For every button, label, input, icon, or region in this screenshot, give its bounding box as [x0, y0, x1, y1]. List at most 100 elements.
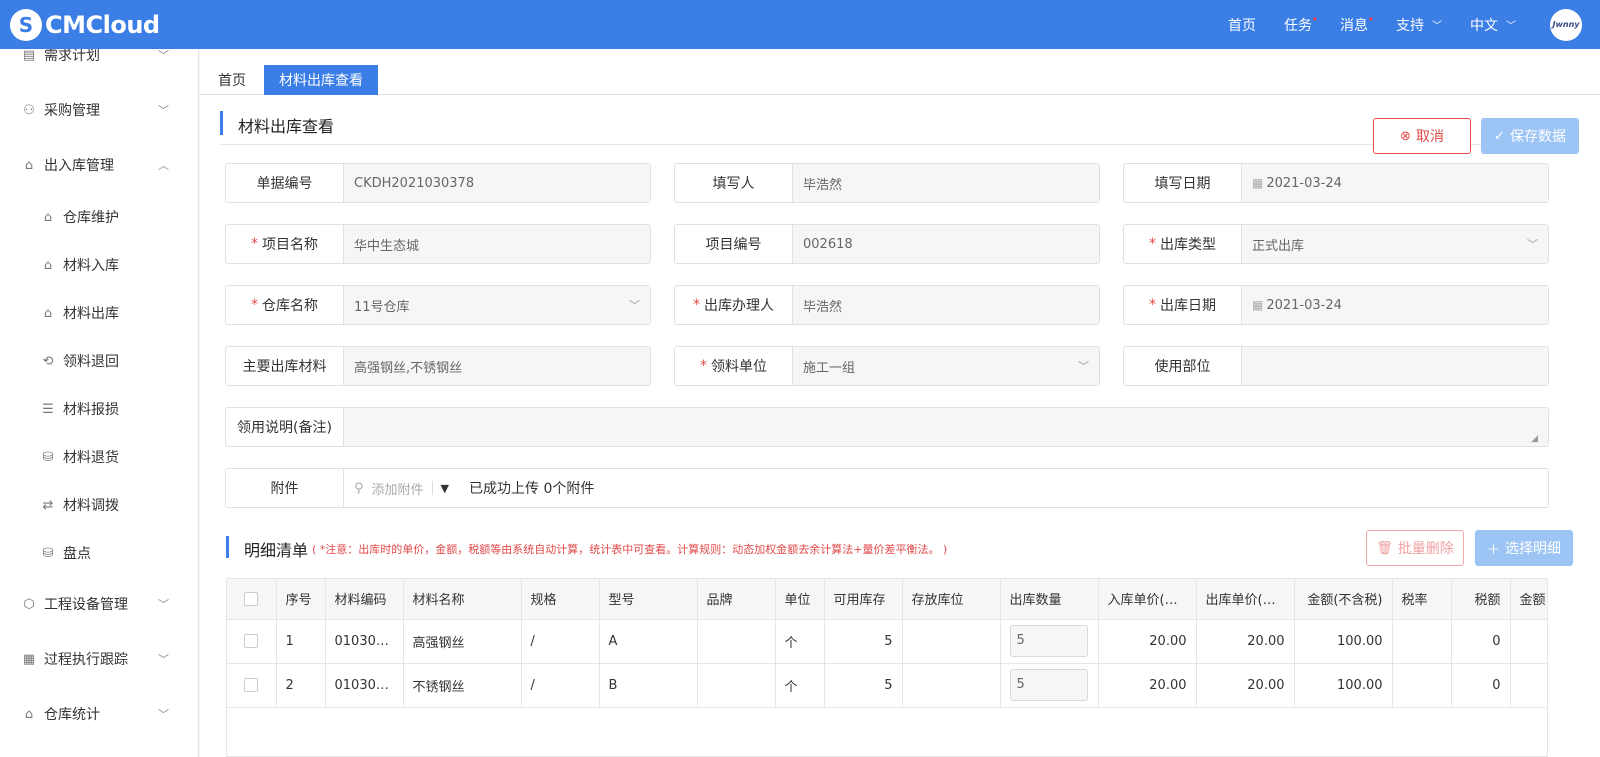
- resize-handle-icon[interactable]: ◢: [1531, 434, 1538, 444]
- sidebar-item-label: 过程执行跟踪: [44, 652, 128, 668]
- top-nav: 首页 任务 • 消息 • 支持 ﹀ 中文 ﹀ Jwnny: [1228, 0, 1600, 49]
- detail-title: 明细清单: [244, 541, 309, 560]
- warehouse-icon: ⌂: [24, 157, 34, 173]
- col-header: 规格: [521, 579, 600, 620]
- sidebar-item-warehouse-maint[interactable]: ⌂ 仓库维护: [0, 202, 198, 232]
- attachment-label: 附件: [226, 469, 344, 507]
- purchase-icon: ⚇: [23, 102, 35, 118]
- col-header: 金额: [1510, 579, 1547, 620]
- out-date-field: * 出库日期 ▦ 2021-03-24: [1123, 285, 1549, 325]
- project-name-input[interactable]: 华中生态城: [344, 225, 650, 263]
- nav-messages[interactable]: 消息 •: [1340, 13, 1374, 35]
- sidebar-item-tracking[interactable]: ▦ 过程执行跟踪 ﹀: [0, 644, 198, 674]
- out-type-select[interactable]: 正式出库 ﹀: [1242, 225, 1548, 263]
- project-no-input[interactable]: 002618: [793, 225, 1099, 263]
- form-area: 单据编号 CKDH2021030378 填写人 毕浩然 填写日期 ▦ 2021-0…: [215, 150, 1560, 532]
- page-header: 材料出库查看 ⊗ 取消 ✓ 保存数据: [220, 109, 1580, 154]
- sidebar-item-stats[interactable]: ⌂ 仓库统计 ﹀: [0, 699, 198, 729]
- required-mark: *: [251, 236, 258, 252]
- cell-brand: [697, 663, 776, 708]
- report-loss-icon: ☰: [42, 401, 54, 417]
- cell-unit: 个: [775, 619, 825, 664]
- avatar[interactable]: Jwnny: [1550, 8, 1582, 41]
- sidebar-item-material-in[interactable]: ⌂ 材料入库: [0, 250, 198, 280]
- sidebar-item-material-out[interactable]: ⌂ 材料出库: [0, 298, 198, 328]
- trash-icon: 🗑: [1376, 540, 1393, 556]
- nav-tasks[interactable]: 任务 •: [1284, 13, 1318, 35]
- warehouse-select[interactable]: 11号仓库 ﹀: [344, 286, 650, 324]
- caret-down-icon[interactable]: ▼: [441, 482, 449, 495]
- chevron-down-icon: ﹀: [629, 299, 640, 312]
- cell-total: 1: [1510, 663, 1547, 708]
- out-date-input[interactable]: ▦ 2021-03-24: [1242, 286, 1548, 324]
- cancel-button[interactable]: ⊗ 取消: [1373, 118, 1471, 154]
- sidebar-item-return[interactable]: ⟲ 领料退回: [0, 346, 198, 376]
- required-mark: *: [700, 358, 707, 374]
- cell-location: [902, 663, 1001, 708]
- row-checkbox[interactable]: [227, 663, 277, 708]
- sidebar-item-label: 材料退货: [63, 450, 119, 466]
- cell-amount: 100.00: [1294, 663, 1393, 708]
- warehouse-label: * 仓库名称: [226, 286, 344, 324]
- select-all-checkbox[interactable]: [227, 579, 277, 620]
- cell-seq: 2: [276, 663, 326, 708]
- doc-no-label: 单据编号: [226, 164, 344, 202]
- use-dept-field: 使用部位: [1123, 346, 1549, 386]
- col-header: 税额: [1451, 579, 1511, 620]
- sidebar-item-inventory[interactable]: ⛁ 盘点: [0, 538, 198, 568]
- remark-textarea[interactable]: ◢: [344, 408, 1548, 446]
- chevron-down-icon: ﹀: [158, 708, 169, 721]
- batch-delete-button[interactable]: 🗑 批量删除: [1366, 530, 1464, 566]
- sidebar-item-label: 出入库管理: [44, 158, 114, 174]
- chevron-down-icon: ﹀: [158, 49, 169, 62]
- cell-total: 1: [1510, 619, 1547, 664]
- transfer-icon: ⇄: [42, 497, 54, 513]
- save-button[interactable]: ✓ 保存数据: [1481, 118, 1579, 154]
- cell-in-price: 20.00: [1098, 663, 1197, 708]
- sidebar-item-label: 材料报损: [63, 402, 119, 418]
- paperclip-icon: ⚲: [354, 480, 364, 496]
- sidebar-item-label: 仓库维护: [63, 210, 119, 226]
- remark-field: 领用说明(备注) ◢: [225, 407, 1549, 447]
- tab-home[interactable]: 首页: [212, 65, 252, 95]
- main-material-input[interactable]: 高强钢丝,不锈钢丝: [344, 347, 650, 385]
- nav-support[interactable]: 支持 ﹀: [1396, 15, 1442, 35]
- receiving-unit-select[interactable]: 施工一组 ﹀: [793, 347, 1099, 385]
- add-attachment-button[interactable]: ⚲ 添加附件: [354, 479, 424, 498]
- save-label: 保存数据: [1509, 129, 1566, 145]
- doc-no-input[interactable]: CKDH2021030378: [344, 164, 650, 202]
- table-row: 2 010301... 不锈钢丝 / B 个 5 5 20.00 20.00 1…: [227, 663, 1547, 708]
- detail-header: 明细清单 ( *注意：出库时的单价，金额，税额等由系统自动计算，统计表中可查看。…: [226, 530, 1573, 570]
- select-detail-button[interactable]: ＋选择明细: [1475, 530, 1573, 566]
- tab-material-out-view[interactable]: 材料出库查看: [264, 65, 378, 95]
- sidebar-item-demand-plan[interactable]: ▤ 需求计划 ﹀: [0, 49, 198, 70]
- row-checkbox[interactable]: [227, 619, 277, 664]
- write-date-field: 填写日期 ▦ 2021-03-24: [1123, 163, 1549, 203]
- sidebar-item-purchase[interactable]: ⚇ 采购管理 ﹀: [0, 95, 198, 125]
- col-header: 出库数量: [1000, 579, 1099, 620]
- cell-qty: 5: [1000, 663, 1099, 708]
- qty-input[interactable]: 5: [1009, 669, 1088, 701]
- qty-input[interactable]: 5: [1009, 625, 1088, 657]
- title-accent: [220, 111, 223, 135]
- sidebar-item-inout[interactable]: ⌂ 出入库管理 ︿: [0, 150, 198, 180]
- sidebar-item-report-loss[interactable]: ☰ 材料报损: [0, 394, 198, 424]
- sidebar-item-transfer[interactable]: ⇄ 材料调拨: [0, 490, 198, 520]
- page-title: 材料出库查看: [238, 117, 335, 136]
- writer-input[interactable]: 毕浩然: [793, 164, 1099, 202]
- sidebar-item-equipment[interactable]: ⬡ 工程设备管理 ﹀: [0, 589, 198, 619]
- inventory-icon: ⛁: [42, 545, 54, 561]
- col-header: 税率: [1392, 579, 1452, 620]
- chevron-down-icon: ﹀: [158, 104, 169, 117]
- sidebar-item-refund[interactable]: ⛁ 材料退货: [0, 442, 198, 472]
- required-mark: *: [693, 297, 700, 313]
- nav-home[interactable]: 首页: [1228, 15, 1256, 35]
- language-select[interactable]: 中文 ﹀: [1470, 15, 1516, 35]
- cell-tax-rate: [1392, 619, 1452, 664]
- handler-input[interactable]: 毕浩然: [793, 286, 1099, 324]
- logo[interactable]: S CMCloud: [0, 8, 200, 41]
- use-dept-input[interactable]: [1242, 347, 1548, 385]
- write-date-input[interactable]: ▦ 2021-03-24: [1242, 164, 1548, 202]
- notification-dot-icon: •: [1367, 12, 1375, 26]
- project-no-label: 项目编号: [675, 225, 793, 263]
